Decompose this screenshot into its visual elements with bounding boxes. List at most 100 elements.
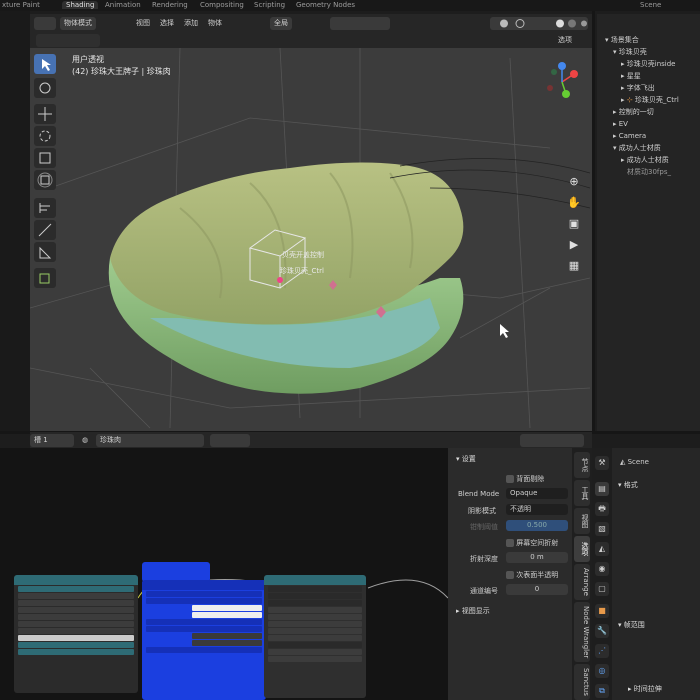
camera-icon[interactable]: ▣	[564, 215, 584, 233]
snap-pivot-controls[interactable]	[330, 17, 390, 30]
outliner-item[interactable]: ▸ Camera	[597, 130, 700, 142]
area-divider[interactable]	[592, 11, 595, 431]
tab-node[interactable]: 节点	[574, 452, 590, 478]
material-name-field[interactable]: 珍珠肉	[96, 434, 204, 447]
pass-index-field[interactable]: 0	[506, 584, 568, 595]
move-tool[interactable]	[34, 104, 56, 124]
slot-selector[interactable]: 槽 1	[30, 434, 74, 447]
outliner-item[interactable]: ▸ ⊹ 珍珠贝壳_Ctrl	[597, 94, 700, 106]
particles-icon[interactable]: ⋰	[595, 644, 609, 658]
tab-shading[interactable]: Shading	[62, 1, 99, 9]
node-sidebar-panel: ▾ 设置 背面剔除 Blend Mode Opaque 阴影模式 不透明 钳制阈…	[448, 448, 572, 700]
tab-geometry-nodes[interactable]: Geometry Nodes	[296, 1, 355, 9]
select-box-tool[interactable]	[34, 54, 56, 74]
viewport-scene	[30, 48, 591, 429]
orientation-selector[interactable]: 全局	[270, 17, 292, 30]
editor-type-icon[interactable]	[34, 17, 56, 30]
outliner-item[interactable]: ▸ 控制的一切	[597, 106, 700, 118]
subsurface-translucency-checkbox[interactable]: 次表面半透明	[506, 570, 558, 580]
outliner-item[interactable]: 材质动30fps_	[597, 166, 700, 178]
scene-icon[interactable]: ◭	[595, 542, 609, 556]
outliner-item[interactable]: ▾ 成功人士材质	[597, 142, 700, 154]
world-icon[interactable]: ◉	[595, 562, 609, 576]
refraction-depth-field[interactable]: 0 m	[506, 552, 568, 563]
navigation-gizmo[interactable]	[540, 60, 584, 104]
empty-marker	[277, 277, 283, 283]
node-group-blue[interactable]	[142, 580, 266, 700]
tool-icon[interactable]: ⚒	[595, 456, 609, 470]
tab-tool[interactable]: 工具	[574, 480, 590, 506]
format-section[interactable]: ▾ 格式	[618, 480, 638, 490]
outliner-item[interactable]: ▾ 场景集合	[597, 34, 700, 46]
select-mode-buttons[interactable]	[36, 34, 100, 47]
screen-refraction-checkbox[interactable]: 屏幕空间折射	[506, 538, 558, 548]
transform-tool[interactable]	[34, 170, 56, 190]
add-object-tool[interactable]	[34, 268, 56, 288]
node-title	[14, 575, 138, 585]
outliner-item[interactable]: ▸ 成功人士材质	[597, 154, 700, 166]
menu-select[interactable]: 选择	[160, 17, 174, 30]
material-controls[interactable]	[210, 434, 250, 447]
tab-arrange[interactable]: Arrange	[574, 564, 590, 600]
tab-texture-paint[interactable]: xture Paint	[2, 1, 40, 9]
view-layer-icon[interactable]: ▧	[595, 522, 609, 536]
scale-tool[interactable]	[34, 148, 56, 168]
render-icon[interactable]: ▤	[595, 482, 609, 496]
outliner: ▾ 场景集合 ▾ 珍珠贝壳 ▸ 珍珠贝壳inside ▸ 星星 ▸ 字体飞出 ▸…	[597, 14, 700, 431]
view-name: 用户透视	[72, 55, 104, 64]
menu-add[interactable]: 添加	[184, 17, 198, 30]
3d-viewport[interactable]: 用户透视 (42) 珍珠大王牌子 | 珍珠肉 贝壳开盖控制 珍珠贝壳_Ctrl …	[30, 48, 592, 431]
frame-range-section[interactable]: ▾ 帧范围	[618, 620, 645, 630]
viewport-display-section[interactable]: ▸ 视图显示	[456, 606, 490, 616]
shading-mode-buttons[interactable]	[490, 17, 588, 30]
object-icon[interactable]: ■	[595, 604, 609, 618]
menu-view[interactable]: 视图	[136, 17, 150, 30]
video-icon[interactable]: ▶	[564, 236, 584, 254]
hand-icon[interactable]: ✋	[564, 194, 584, 212]
outliner-item[interactable]: ▸ 星星	[597, 70, 700, 82]
clip-threshold-field[interactable]: 0.500	[506, 520, 568, 531]
time-stretch-section[interactable]: ▸ 时间拉伸	[628, 684, 662, 694]
grid-icon[interactable]: ▦	[564, 257, 584, 275]
node-group-gray[interactable]	[264, 575, 366, 698]
tab-view[interactable]: 视图	[574, 508, 590, 534]
outliner-item[interactable]: ▾ 珍珠贝壳	[597, 46, 700, 58]
outliner-item[interactable]: ▸ 字体飞出	[597, 82, 700, 94]
tab-animation[interactable]: Animation	[105, 1, 141, 9]
collection-icon[interactable]: ▢	[595, 582, 609, 596]
constraint-icon[interactable]: ⧉	[595, 684, 609, 698]
annotate-tool[interactable]	[34, 198, 56, 218]
mode-selector[interactable]: 物体模式	[60, 17, 96, 30]
nav-buttons: ⊕ ✋ ▣ ▶ ▦	[564, 173, 586, 278]
node-editor-canvas[interactable]	[0, 448, 448, 700]
overlay-controls[interactable]	[520, 434, 584, 447]
output-icon[interactable]: 🖶	[595, 502, 609, 516]
tab-options[interactable]: 选项	[574, 536, 590, 562]
outliner-item[interactable]: ▸ EV	[597, 118, 700, 130]
blend-mode-select[interactable]: Opaque	[506, 488, 568, 499]
node-blue-header[interactable]	[142, 562, 210, 582]
shadow-mode-select[interactable]: 不透明	[506, 504, 568, 515]
node-title	[142, 580, 266, 590]
ctrl-name-label: 珍珠贝壳_Ctrl	[280, 267, 324, 275]
node-group-teal[interactable]	[14, 575, 138, 693]
cursor-tool[interactable]	[34, 78, 56, 98]
zoom-icon[interactable]: ⊕	[564, 173, 584, 191]
backface-culling-checkbox[interactable]: 背面剔除	[506, 474, 544, 484]
tab-scripting[interactable]: Scripting	[254, 1, 285, 9]
tab-node-wrangler[interactable]: Node Wrangler	[574, 602, 590, 662]
tab-compositing[interactable]: Compositing	[200, 1, 244, 9]
modifier-icon[interactable]: 🔧	[595, 624, 609, 638]
menu-object[interactable]: 物体	[208, 17, 222, 30]
physics-icon[interactable]: ◎	[595, 664, 609, 678]
options-menu[interactable]: 选项	[558, 34, 572, 47]
tab-sanctus[interactable]: Sanctus	[574, 664, 590, 700]
scene-selector[interactable]: Scene	[640, 1, 661, 9]
add-cube-tool[interactable]	[34, 242, 56, 262]
settings-section-header[interactable]: ▾ 设置	[456, 454, 476, 464]
rotate-tool[interactable]	[34, 126, 56, 146]
tab-rendering[interactable]: Rendering	[152, 1, 188, 9]
outliner-item[interactable]: ▸ 珍珠贝壳inside	[597, 58, 700, 70]
properties-editor: ⚒ ▤ 🖶 ▧ ◭ ◉ ▢ ■ 🔧 ⋰ ◎ ⧉ ◭ Scene ▾ 格式 ▾ 帧…	[592, 448, 700, 700]
measure-tool[interactable]	[34, 220, 56, 240]
